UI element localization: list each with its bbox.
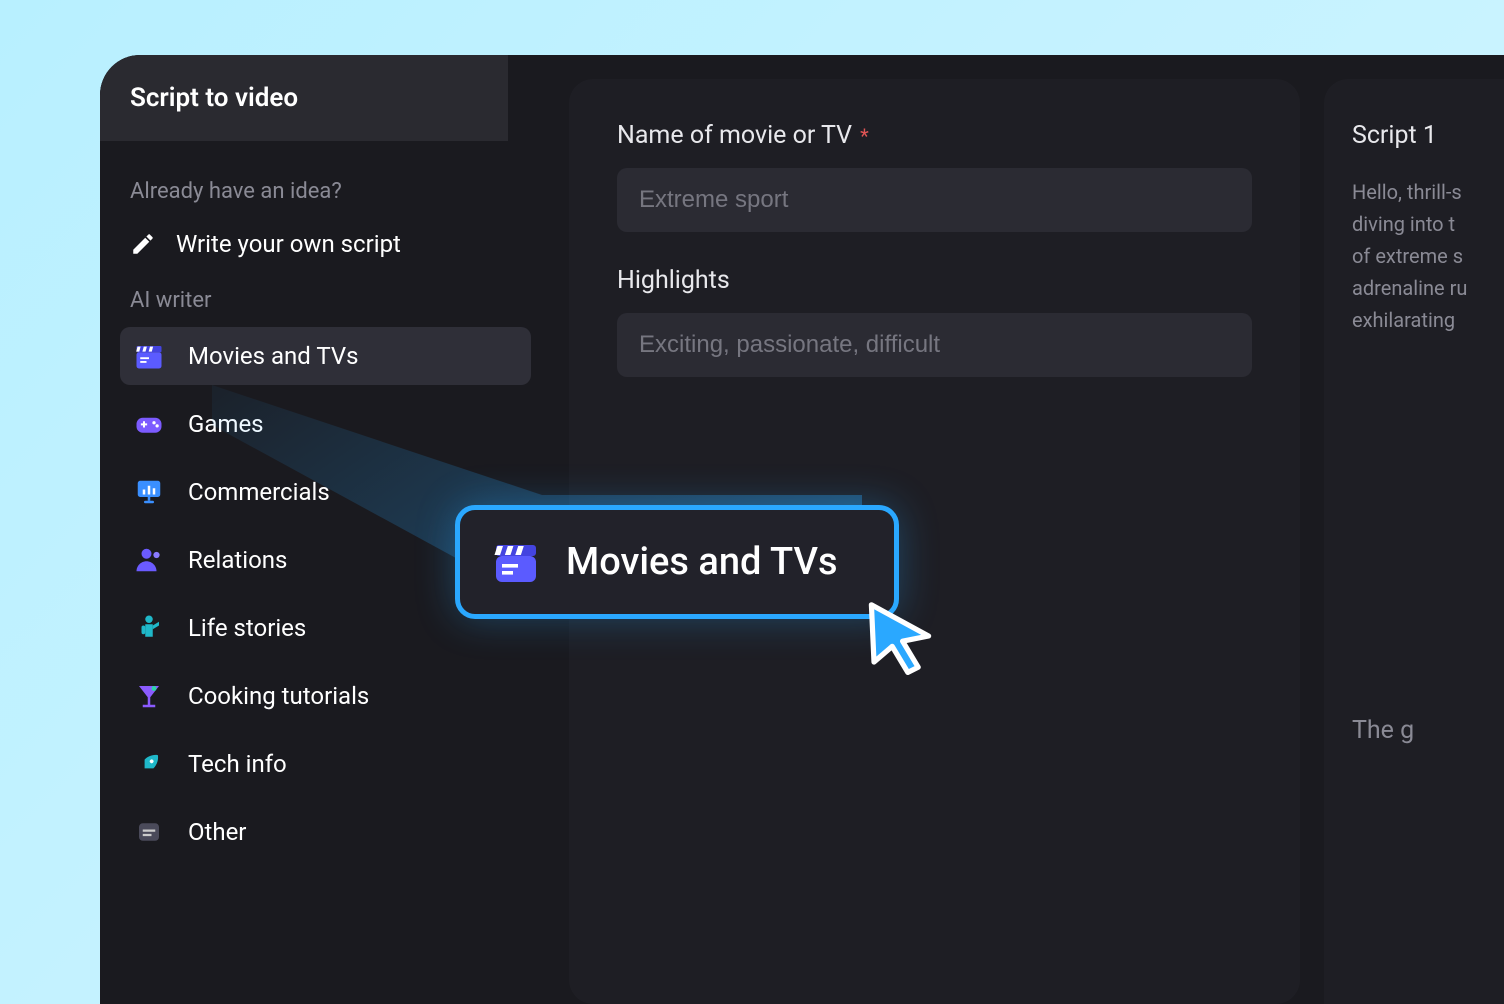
name-input[interactable] [617, 168, 1252, 232]
highlights-field-label: Highlights [617, 266, 1252, 295]
category-movies-tvs[interactable]: Movies and TVs [120, 327, 531, 385]
lines-icon [134, 817, 164, 847]
script-footer-text: The g [1352, 716, 1504, 745]
name-field-label: Name of movie or TV * [617, 121, 1252, 150]
ai-writer-section-label: AI writer [120, 270, 531, 327]
sidebar-header: Script to video [100, 55, 508, 141]
highlights-input[interactable] [617, 313, 1252, 377]
category-tech-info[interactable]: Tech info [120, 735, 531, 793]
category-cooking[interactable]: Cooking tutorials [120, 667, 531, 725]
waving-person-icon [134, 613, 164, 643]
pencil-icon [130, 231, 156, 257]
category-other[interactable]: Other [120, 803, 531, 861]
callout-label: Movies and TVs [566, 540, 838, 584]
gamepad-icon [134, 409, 164, 439]
category-label: Other [188, 818, 246, 846]
cursor-icon [861, 597, 939, 675]
script-title: Script 1 [1352, 121, 1504, 150]
category-label: Tech info [188, 750, 287, 778]
clapper-icon [492, 538, 540, 586]
write-own-label: Write your own script [176, 230, 401, 258]
script-preview-panel: Script 1 Hello, thrill-s diving into t o… [1324, 79, 1504, 1004]
category-callout: Movies and TVs [455, 505, 899, 619]
category-label: Movies and TVs [188, 342, 359, 370]
callout-box[interactable]: Movies and TVs [455, 505, 899, 619]
required-asterisk: * [860, 124, 869, 148]
write-own-script-button[interactable]: Write your own script [120, 218, 531, 270]
sidebar-title: Script to video [130, 83, 478, 113]
clapper-icon [134, 341, 164, 371]
category-label: Relations [188, 546, 287, 574]
rocket-icon [134, 749, 164, 779]
category-games[interactable]: Games [120, 395, 531, 453]
category-label: Life stories [188, 614, 306, 642]
idea-section-label: Already have an idea? [120, 161, 531, 218]
category-label: Games [188, 410, 264, 438]
cocktail-icon [134, 681, 164, 711]
script-preview-text: Hello, thrill-s diving into t of extreme… [1352, 176, 1504, 336]
person-icon [134, 545, 164, 575]
presentation-icon [134, 477, 164, 507]
category-label: Commercials [188, 478, 330, 506]
category-label: Cooking tutorials [188, 682, 369, 710]
